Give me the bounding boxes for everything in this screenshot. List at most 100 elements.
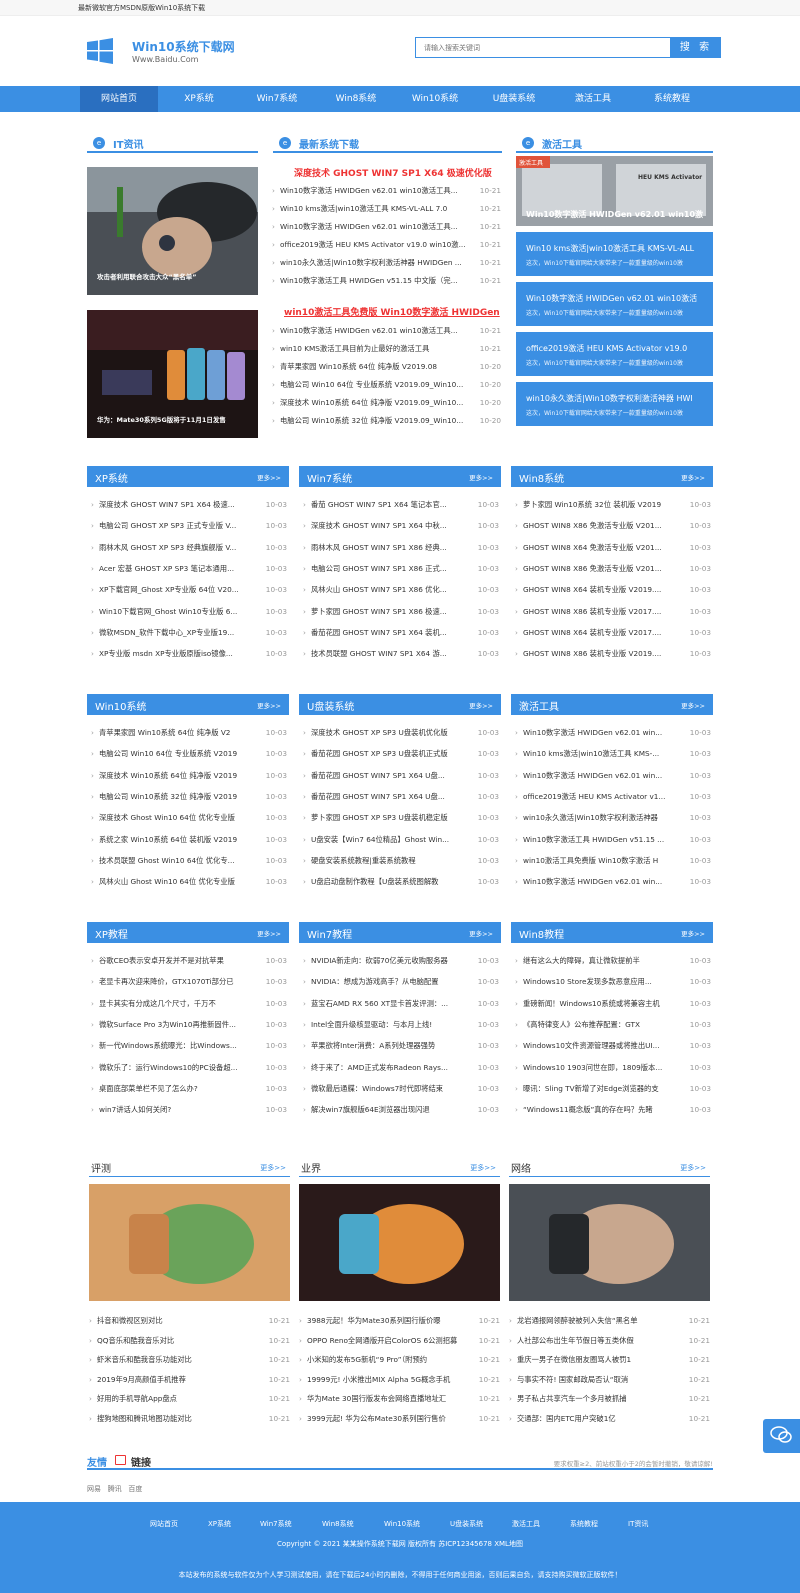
list-item[interactable]: › 华为Mate 30国行版发布会网络直播地址汇 10-21: [299, 1394, 500, 1406]
tool-card[interactable]: office2019激活 HEU KMS Activator v19.0 这次，W…: [516, 332, 713, 376]
list-item[interactable]: › office2019激活 HEU KMS Activator v19.0 w…: [272, 240, 501, 252]
list-item[interactable]: › 番茄花园 GHOST WIN7 SP1 X64 装机... 10-03: [303, 628, 499, 640]
list-item[interactable]: › 2019年9月高颜值手机推荐 10-21: [89, 1375, 290, 1387]
list-item[interactable]: › 番茄 GHOST WIN7 SP1 X64 笔记本官... 10-03: [303, 500, 499, 512]
list-item[interactable]: › OPPO Reno全网通版开启ColorOS 6公测招募 10-21: [299, 1336, 500, 1348]
friend-link[interactable]: 腾讯: [108, 1485, 122, 1493]
list-item[interactable]: › GHOST WIN8 X64 装机专业版 V2017.... 10-03: [515, 628, 711, 640]
list-item[interactable]: › 电脑公司 Win10系统 32位 纯净版 V2019.09_Win10...…: [272, 416, 501, 428]
list-item[interactable]: › 番茄花园 GHOST WIN7 SP1 X64 U盘... 10-03: [303, 771, 499, 783]
tool-card[interactable]: win10永久激活|Win10数字权利激活神器 HWI 这次，Win10下载官网给…: [516, 382, 713, 426]
list-item[interactable]: › win10永久激活|Win10数字权利激活神器 HWIDGen ... 10-…: [272, 258, 501, 270]
list-item[interactable]: › 微软Surface Pro 3为Win10再推新固件... 10-03: [91, 1020, 287, 1032]
more-link[interactable]: 更多>>: [680, 1163, 706, 1173]
list-item[interactable]: › Windows10 Store发现多款恶意应用... 10-03: [515, 977, 711, 989]
list-item[interactable]: › 萝卜家园 GHOST WIN7 SP1 X86 极速... 10-03: [303, 607, 499, 619]
list-item[interactable]: › win10 KMS激活工具目前为止最好的激活工具 10-21: [272, 344, 501, 356]
list-item[interactable]: › XP专业版 msdn XP专业版原版iso镜像... 10-03: [91, 649, 287, 661]
search-input[interactable]: [416, 38, 670, 57]
more-link[interactable]: 更多>>: [681, 472, 705, 482]
list-item[interactable]: › 电脑公司 Win10 64位 专业版系统 V2019.09_Win10...…: [272, 380, 501, 392]
list-item[interactable]: › 桌面底部菜单栏不见了怎么办? 10-03: [91, 1084, 287, 1096]
more-link[interactable]: 更多>>: [470, 1163, 496, 1173]
list-item[interactable]: › 电脑公司 GHOST XP SP3 正式专业版 V... 10-03: [91, 521, 287, 533]
more-link[interactable]: 更多>>: [257, 700, 281, 710]
more-link[interactable]: 更多>>: [469, 472, 493, 482]
friend-link[interactable]: 百度: [128, 1485, 142, 1493]
list-item[interactable]: › 交通部：国内ETC用户突破1亿 10-21: [509, 1414, 710, 1426]
footer-link[interactable]: 系统教程: [570, 1519, 598, 1529]
list-item[interactable]: › 电脑公司 GHOST WIN7 SP1 X86 正式... 10-03: [303, 564, 499, 576]
list-item[interactable]: › 曝讯：Sling TV新增了对Edge浏览器的支 10-03: [515, 1084, 711, 1096]
list-item[interactable]: › Acer 宏基 GHOST XP SP3 笔记本通用... 10-03: [91, 564, 287, 576]
list-item[interactable]: › 显卡其实有分成这几个尺寸，千万不 10-03: [91, 999, 287, 1011]
list-item[interactable]: › 风林火山 GHOST WIN7 SP1 X86 优化... 10-03: [303, 585, 499, 597]
list-item[interactable]: › win7讲话人如何关闭? 10-03: [91, 1105, 287, 1117]
list-item[interactable]: › Win10数字激活工具 HWIDGen v51.15 ... 10-03: [515, 835, 711, 847]
list-item[interactable]: › 继有这么大的障碍，真让微软提前半 10-03: [515, 956, 711, 968]
wechat-float-button[interactable]: [763, 1419, 800, 1453]
more-link[interactable]: 更多>>: [469, 700, 493, 710]
list-item[interactable]: › Win10 kms激活|win10激活工具 KMS-... 10-03: [515, 749, 711, 761]
list-item[interactable]: › 萝卜家园 Win10系统 32位 装机版 V2019 10-03: [515, 500, 711, 512]
list-item[interactable]: › Windows10 1903问世在即，1809版本... 10-03: [515, 1063, 711, 1075]
nav-item-win10[interactable]: Win10系统: [396, 86, 474, 112]
list-item[interactable]: › win10激活工具免费版 Win10数字激活 H 10-03: [515, 856, 711, 868]
list-item[interactable]: › Win10数字激活工具 HWIDGen v51.15 中文版（完... 10-…: [272, 276, 501, 288]
footer-link[interactable]: XP系统: [208, 1519, 231, 1529]
list-item[interactable]: › U盘安装【Win7 64位精品】Ghost Win... 10-03: [303, 835, 499, 847]
list-item[interactable]: › Win10数字激活 HWIDGen v62.01 win10激活工具... 1…: [272, 222, 501, 234]
list-item[interactable]: › 龙岩通报网领醉驶被列入失信“黑名单 10-21: [509, 1316, 710, 1328]
list-item[interactable]: › GHOST WIN8 X86 免激活专业版 V201... 10-03: [515, 564, 711, 576]
list-item[interactable]: › Win10数字激活 HWIDGen v62.01 win10激活工具... 1…: [272, 326, 501, 338]
list-item[interactable]: › NVIDIA新走向：砍弱70亿美元收购服务器 10-03: [303, 956, 499, 968]
list-item[interactable]: › Win10 kms激活|win10激活工具 KMS-VL-ALL 7.0 10…: [272, 204, 501, 216]
latest-headline-1[interactable]: 深度技术 GHOST WIN7 SP1 X64 极速优化版: [294, 166, 492, 179]
list-item[interactable]: › GHOST WIN8 X64 免激活专业版 V201... 10-03: [515, 543, 711, 555]
list-item[interactable]: › XP下载官网_Ghost XP专业版 64位 V20... 10-03: [91, 585, 287, 597]
more-link[interactable]: 更多>>: [469, 928, 493, 938]
site-title[interactable]: Win10系统下载网: [132, 38, 235, 55]
list-item[interactable]: › GHOST WIN8 X64 装机专业版 V2019.... 10-03: [515, 585, 711, 597]
list-item[interactable]: › 技术员联盟 GHOST WIN7 SP1 X64 游... 10-03: [303, 649, 499, 661]
list-item[interactable]: › 搜狗地图和腾讯地图功能对比 10-21: [89, 1414, 290, 1426]
list-item[interactable]: › 微软MSDN_软件下载中心_XP专业版19... 10-03: [91, 628, 287, 640]
list-item[interactable]: › GHOST WIN8 X86 免激活专业版 V201... 10-03: [515, 521, 711, 533]
picture-section-photo[interactable]: [509, 1184, 710, 1301]
list-item[interactable]: › 谷歌CEO表示安卓开发并不是对抗苹果 10-03: [91, 956, 287, 968]
list-item[interactable]: › GHOST WIN8 X86 装机专业版 V2017.... 10-03: [515, 607, 711, 619]
footer-link[interactable]: Win10系统: [384, 1519, 420, 1529]
list-item[interactable]: › 硬盘安装系统教程|重装系统教程 10-03: [303, 856, 499, 868]
list-item[interactable]: › 老显卡再次迎来降价，GTX1070Ti部分已 10-03: [91, 977, 287, 989]
list-item[interactable]: › 重庆一男子在微信朋友圈骂人被罚1 10-21: [509, 1355, 710, 1367]
nav-item-win7[interactable]: Win7系统: [238, 86, 316, 112]
tool-card[interactable]: Win10 kms激活|win10激活工具 KMS-VL-ALL 这次，Win10…: [516, 232, 713, 276]
list-item[interactable]: › 技术员联盟 Ghost Win10 64位 优化专... 10-03: [91, 856, 287, 868]
list-item[interactable]: › 抖音和微视区别对比 10-21: [89, 1316, 290, 1328]
it-photo-2[interactable]: 华为：Mate30系列5G版将于11月1日发售: [87, 310, 258, 438]
list-item[interactable]: › 19999元! 小米推出MIX Alpha 5G概念手机 10-21: [299, 1375, 500, 1387]
list-item[interactable]: › Win10数字激活 HWIDGen v62.01 win... 10-03: [515, 771, 711, 783]
list-item[interactable]: › 3988元起！华为Mate30系列国行版价曝 10-21: [299, 1316, 500, 1328]
nav-item-activation[interactable]: 激活工具: [554, 86, 632, 112]
list-item[interactable]: › 人社部公布出生年节假日等五类休假 10-21: [509, 1336, 710, 1348]
list-item[interactable]: › 新一代Windows系统曝光：比Windows... 10-03: [91, 1041, 287, 1053]
list-item[interactable]: › 雨林木风 GHOST WIN7 SP1 X86 经典... 10-03: [303, 543, 499, 555]
list-item[interactable]: › 与事实不符! 国家邮政局否认“取消 10-21: [509, 1375, 710, 1387]
nav-item-usb[interactable]: U盘装系统: [475, 86, 553, 112]
list-item[interactable]: › NVIDIA：想成为游戏高手？从电脑配置 10-03: [303, 977, 499, 989]
list-item[interactable]: › Win10数字激活 HWIDGen v62.01 win... 10-03: [515, 877, 711, 889]
tools-banner[interactable]: 激活工具 HEU KMS Activator Win10数字激活 HWIDGen…: [516, 156, 713, 226]
list-item[interactable]: › 深度技术 GHOST XP SP3 U盘装机优化版 10-03: [303, 728, 499, 740]
list-item[interactable]: › QQ音乐和酷我音乐对比 10-21: [89, 1336, 290, 1348]
list-item[interactable]: › 电脑公司 Win10系统 32位 纯净版 V2019 10-03: [91, 792, 287, 804]
list-item[interactable]: › Win10数字激活 HWIDGen v62.01 win... 10-03: [515, 728, 711, 740]
list-item[interactable]: › 深度技术 Win10系统 64位 纯净版 V2019 10-03: [91, 771, 287, 783]
footer-link[interactable]: 激活工具: [512, 1519, 540, 1529]
list-item[interactable]: › 解决win7旗舰版64E浏览器出现闪退 10-03: [303, 1105, 499, 1117]
list-item[interactable]: › Windows10文件资源管理器或将推出UI... 10-03: [515, 1041, 711, 1053]
list-item[interactable]: › “Windows11概念版”真的存在吗？先睹 10-03: [515, 1105, 711, 1117]
list-item[interactable]: › 小米知的发布5G新机“9 Pro”（附预约 10-21: [299, 1355, 500, 1367]
list-item[interactable]: › 雨林木风 GHOST XP SP3 经典旗舰版 V... 10-03: [91, 543, 287, 555]
it-photo-1[interactable]: 攻击者利用联合攻击大众“黑名单”: [87, 167, 258, 295]
